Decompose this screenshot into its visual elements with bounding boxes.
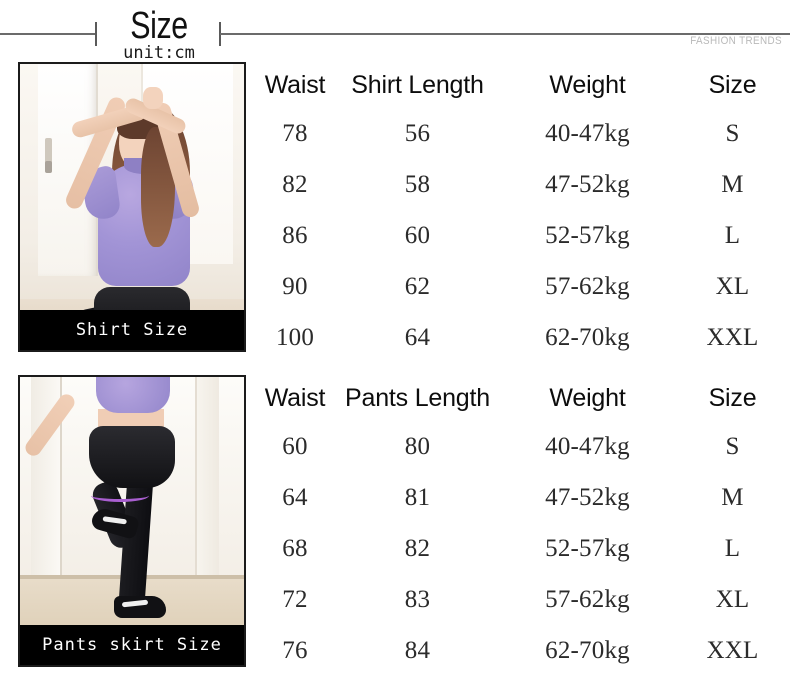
cell-length: 81 [404,483,431,511]
column-header-length: Pants Length [345,383,490,412]
cell-waist: 72 [282,585,308,613]
table-row: 86 60 52-57kg L [255,210,790,261]
photo-shirt-scene [20,64,244,350]
cell-weight: 62-70kg [545,636,630,664]
cell-size: XL [715,585,750,613]
column-header-weight: Weight [549,70,626,99]
photo-shirt: Shirt Size [18,62,246,352]
cell-waist: 82 [282,170,308,198]
model-lavender-top-hem [96,377,171,414]
photo-pants: Pants skirt Size [18,375,246,667]
cell-weight: 47-52kg [545,170,630,198]
table-row: 100 64 62-70kg XXL [255,312,790,363]
column-header-waist: Waist [264,383,326,412]
cell-length: 82 [404,534,431,562]
cell-waist: 60 [282,432,308,460]
size-block-shirt: Shirt Size Waist Shirt Length Weight Siz… [0,62,790,360]
size-table-shirt: Waist Shirt Length Weight Size 78 56 40-… [255,62,790,363]
window-latch-lower-icon [44,161,52,174]
column-header-size: Size [708,383,757,412]
cell-weight: 57-62kg [545,272,630,300]
table-row: 60 80 40-47kg S [255,421,790,472]
photo-caption-shirt: Shirt Size [20,310,244,350]
cell-weight: 40-47kg [545,432,630,460]
table-row: 78 56 40-47kg S [255,108,790,159]
cell-waist: 78 [282,119,308,147]
cell-waist: 90 [282,272,308,300]
cell-weight: 52-57kg [545,534,630,562]
size-table-pants: Waist Pants Length Weight Size 60 80 40-… [255,375,790,676]
cell-length: 56 [404,119,431,147]
cell-waist: 76 [282,636,308,664]
cell-waist: 100 [275,323,315,351]
cell-length: 62 [404,272,431,300]
column-header-size: Size [708,70,757,99]
table-body: 60 80 40-47kg S 64 81 47-52kg M 68 82 52… [255,421,790,676]
table-row: 90 62 57-62kg XL [255,261,790,312]
cell-weight: 52-57kg [545,221,630,249]
cell-weight: 47-52kg [545,483,630,511]
size-block-pants: Pants skirt Size Waist Pants Length Weig… [0,375,790,675]
table-row: 64 81 47-52kg M [255,472,790,523]
model-pants-skirt [89,425,176,488]
cell-weight: 57-62kg [545,585,630,613]
cell-size: L [724,221,741,249]
table-row: 72 83 57-62kg XL [255,574,790,625]
brand-label: FASHION TRENDS [690,35,782,47]
cell-weight: 40-47kg [545,119,630,147]
page-header: Size unit:cm FASHION TRENDS [0,0,790,63]
header-rule-left [0,33,96,35]
cell-size: XL [715,272,750,300]
cell-size: S [725,432,740,460]
page-title: Size [130,5,188,47]
cell-length: 60 [404,221,431,249]
table-body: 78 56 40-47kg S 82 58 47-52kg M 86 60 52… [255,108,790,363]
cell-waist: 68 [282,534,308,562]
table-header-row: Waist Pants Length Weight Size [255,375,790,421]
cell-size: S [725,119,740,147]
door-frame-right [194,377,220,585]
cell-length: 58 [404,170,431,198]
cell-waist: 86 [282,221,308,249]
photo-caption-pants: Pants skirt Size [20,625,244,665]
cell-size: M [721,170,744,198]
column-header-length: Shirt Length [351,70,484,99]
cell-length: 83 [404,585,431,613]
cell-waist: 64 [282,483,308,511]
model-hands [143,86,164,109]
table-row: 68 82 52-57kg L [255,523,790,574]
unit-label: unit:cm [123,43,195,63]
cell-size: M [721,483,744,511]
cell-size: L [724,534,741,562]
cell-size: XXL [706,323,759,351]
cell-size: XXL [706,636,759,664]
table-row: 82 58 47-52kg M [255,159,790,210]
table-header-row: Waist Shirt Length Weight Size [255,62,790,108]
photo-pants-scene [20,377,244,665]
table-row: 76 84 62-70kg XXL [255,625,790,676]
model-shoe-standing [114,595,167,618]
cell-length: 80 [404,432,431,460]
cell-length: 64 [404,323,431,351]
column-header-waist: Waist [264,70,326,99]
cell-length: 84 [404,636,431,664]
cell-weight: 62-70kg [545,323,630,351]
column-header-weight: Weight [549,383,626,412]
header-tick-left [95,22,97,46]
